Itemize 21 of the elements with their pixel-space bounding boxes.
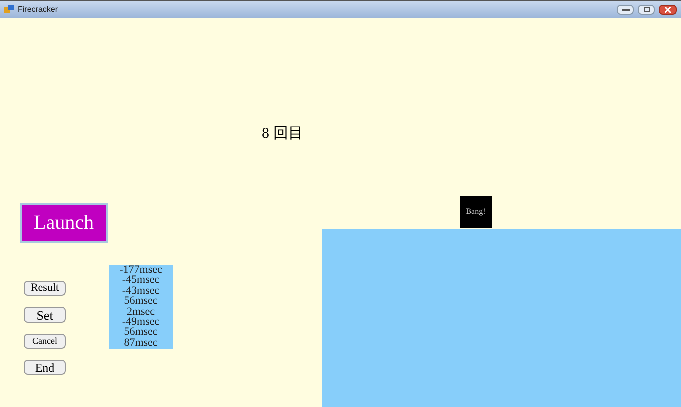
result-value: 87msec [124,338,158,348]
result-value: -49msec [122,317,160,328]
result-value: -177msec [120,265,162,276]
launch-button[interactable]: Launch [20,203,108,243]
close-button[interactable] [659,4,677,14]
action-button[interactable]: Result [24,281,66,296]
result-value: 56msec [124,296,158,307]
minimize-button[interactable] [617,4,634,14]
close-icon [665,6,671,12]
result-value: 56msec [124,327,158,338]
app-icon [4,4,14,14]
result-value: -45msec [122,275,160,286]
bang-label: Bang! [466,206,486,218]
window-title: Firecracker [18,4,60,16]
action-button[interactable]: Cancel [24,334,66,349]
action-button[interactable]: End [24,360,66,375]
result-value: 2msec [126,306,156,318]
restore-button[interactable] [638,4,655,14]
action-button[interactable]: Set [24,307,66,323]
round-label: 8 回目 [262,125,304,144]
result-value: -43msec [122,286,160,296]
